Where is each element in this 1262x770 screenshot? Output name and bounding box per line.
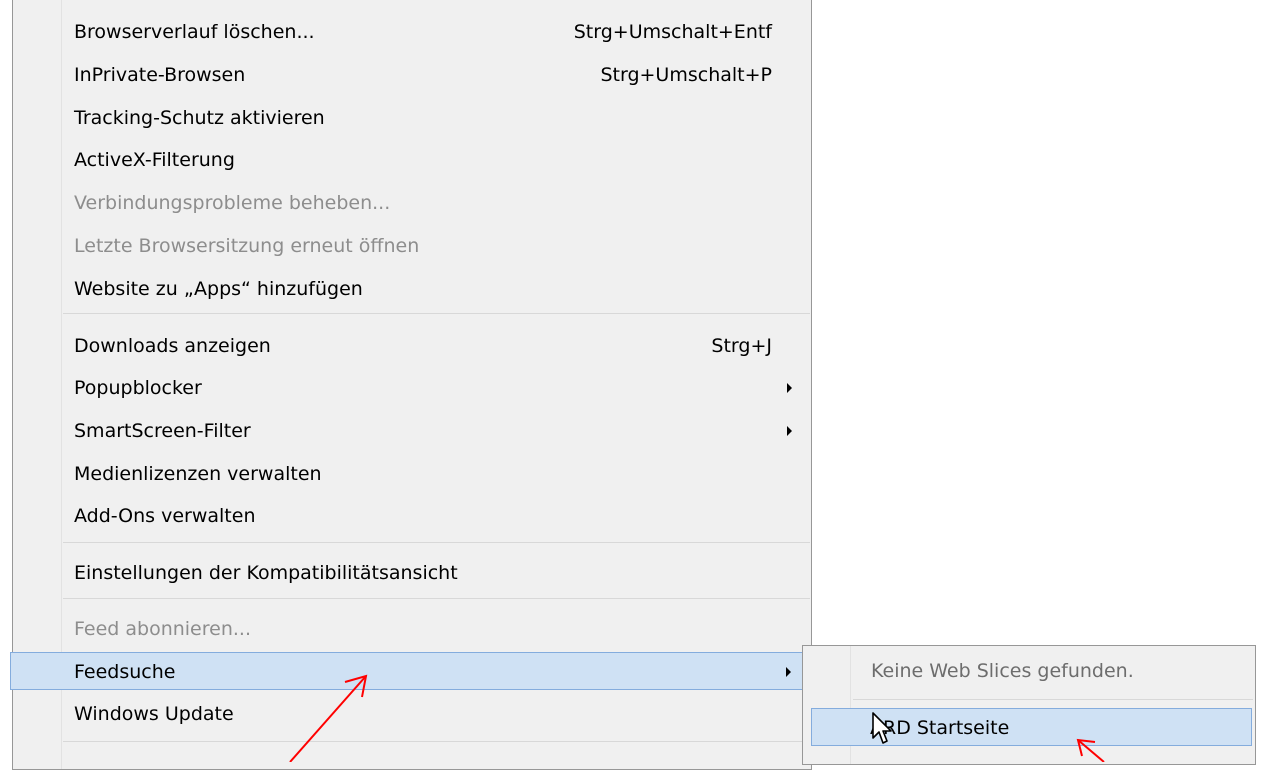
menu-item-label: SmartScreen-Filter (74, 420, 251, 442)
menu-item-label: Windows Update (74, 703, 234, 725)
menu-item-windows-update[interactable]: Windows Update (14, 695, 810, 733)
menu-item-view-downloads[interactable]: Downloads anzeigen Strg+J (14, 327, 810, 365)
menu-item-label: Einstellungen der Kompatibilitätsansicht (74, 562, 458, 584)
menu-item-label: Verbindungsprobleme beheben... (74, 192, 391, 214)
menu-item-label: ActiveX-Filterung (74, 149, 235, 171)
menu-item-subscribe-feed: Feed abonnieren... (14, 610, 810, 648)
menu-item-inprivate-browsing[interactable]: InPrivate-Browsen Strg+Umschalt+P (14, 56, 810, 94)
submenu-separator (853, 699, 1253, 700)
menu-item-label: Browserverlauf löschen... (74, 21, 315, 43)
menu-item-label: Popupblocker (74, 377, 202, 399)
submenu-arrow-icon (786, 667, 791, 677)
menu-item-shortcut: Strg+J (711, 335, 772, 357)
menu-item-activex-filtering[interactable]: ActiveX-Filterung (14, 141, 810, 179)
menu-item-clear-history[interactable]: Browserverlauf löschen... Strg+Umschalt+… (14, 13, 810, 51)
menu-item-shortcut: Strg+Umschalt+Entf (573, 21, 772, 43)
submenu-item-no-web-slices: Keine Web Slices gefunden. (805, 652, 1253, 690)
menu-item-compatibility-view-settings[interactable]: Einstellungen der Kompatibilitätsansicht (14, 554, 810, 592)
menu-item-label: Downloads anzeigen (74, 335, 271, 357)
menu-item-label: Website zu „Apps“ hinzufügen (74, 278, 363, 300)
menu-item-feed-discovery[interactable]: Feedsuche (10, 652, 810, 690)
tools-context-menu: Browserverlauf löschen... Strg+Umschalt+… (10, 0, 812, 770)
feed-discovery-submenu: Keine Web Slices gefunden. ARD Startseit… (802, 645, 1256, 765)
menu-item-label: Add-Ons verwalten (74, 505, 256, 527)
menu-item-fix-connection-problems: Verbindungsprobleme beheben... (14, 184, 810, 222)
menu-item-label: Feedsuche (74, 661, 176, 683)
menu-item-tracking-protection[interactable]: Tracking-Schutz aktivieren (14, 99, 810, 137)
menu-item-smartscreen-filter[interactable]: SmartScreen-Filter (14, 412, 810, 450)
menu-item-label: InPrivate-Browsen (74, 64, 246, 86)
menu-item-manage-media-licenses[interactable]: Medienlizenzen verwalten (14, 455, 810, 493)
menu-item-popup-blocker[interactable]: Popupblocker (14, 369, 810, 407)
menu-separator (63, 598, 810, 599)
menu-item-add-site-to-apps[interactable]: Website zu „Apps“ hinzufügen (14, 270, 810, 308)
menu-item-manage-addons[interactable]: Add-Ons verwalten (14, 497, 810, 535)
menu-item-shortcut: Strg+Umschalt+P (600, 64, 772, 86)
menu-separator (63, 313, 810, 314)
mouse-pointer-icon (872, 712, 892, 744)
menu-separator (63, 542, 810, 543)
submenu-arrow-icon (787, 426, 792, 436)
submenu-item-label: Keine Web Slices gefunden. (871, 660, 1134, 682)
menu-item-label: Letzte Browsersitzung erneut öffnen (74, 235, 420, 257)
menu-separator (63, 741, 810, 742)
menu-item-label: Tracking-Schutz aktivieren (74, 107, 325, 129)
menu-item-label: Feed abonnieren... (74, 618, 251, 640)
submenu-arrow-icon (787, 383, 792, 393)
menu-item-reopen-last-session: Letzte Browsersitzung erneut öffnen (14, 227, 810, 265)
menu-item-label: Medienlizenzen verwalten (74, 463, 322, 485)
